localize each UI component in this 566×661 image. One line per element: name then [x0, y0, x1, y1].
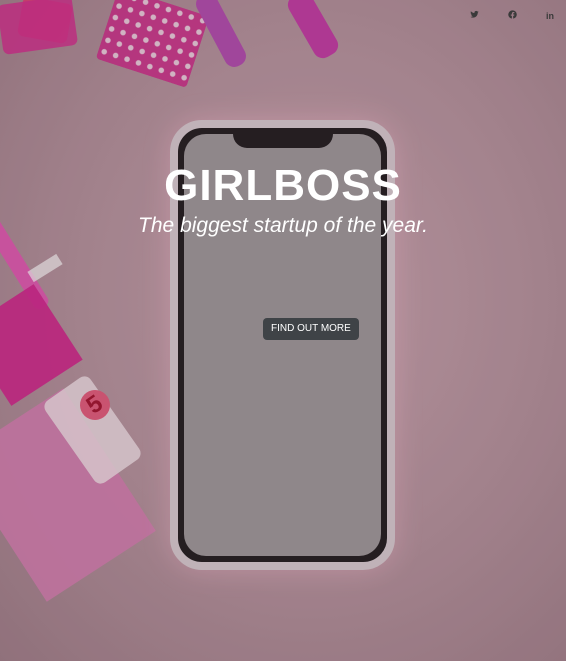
facebook-icon	[507, 10, 517, 19]
facebook-link[interactable]	[506, 10, 518, 22]
find-out-more-button[interactable]: FIND OUT MORE	[263, 318, 359, 340]
social-links: in	[468, 10, 556, 22]
hero-tagline: The biggest startup of the year.	[138, 214, 428, 237]
twitter-icon	[469, 10, 479, 18]
twitter-link[interactable]	[468, 10, 480, 22]
hero-content: GIRLBOSS The biggest startup of the year…	[0, 160, 566, 238]
hero-title: GIRLBOSS	[164, 161, 402, 210]
linkedin-link[interactable]: in	[544, 10, 556, 22]
